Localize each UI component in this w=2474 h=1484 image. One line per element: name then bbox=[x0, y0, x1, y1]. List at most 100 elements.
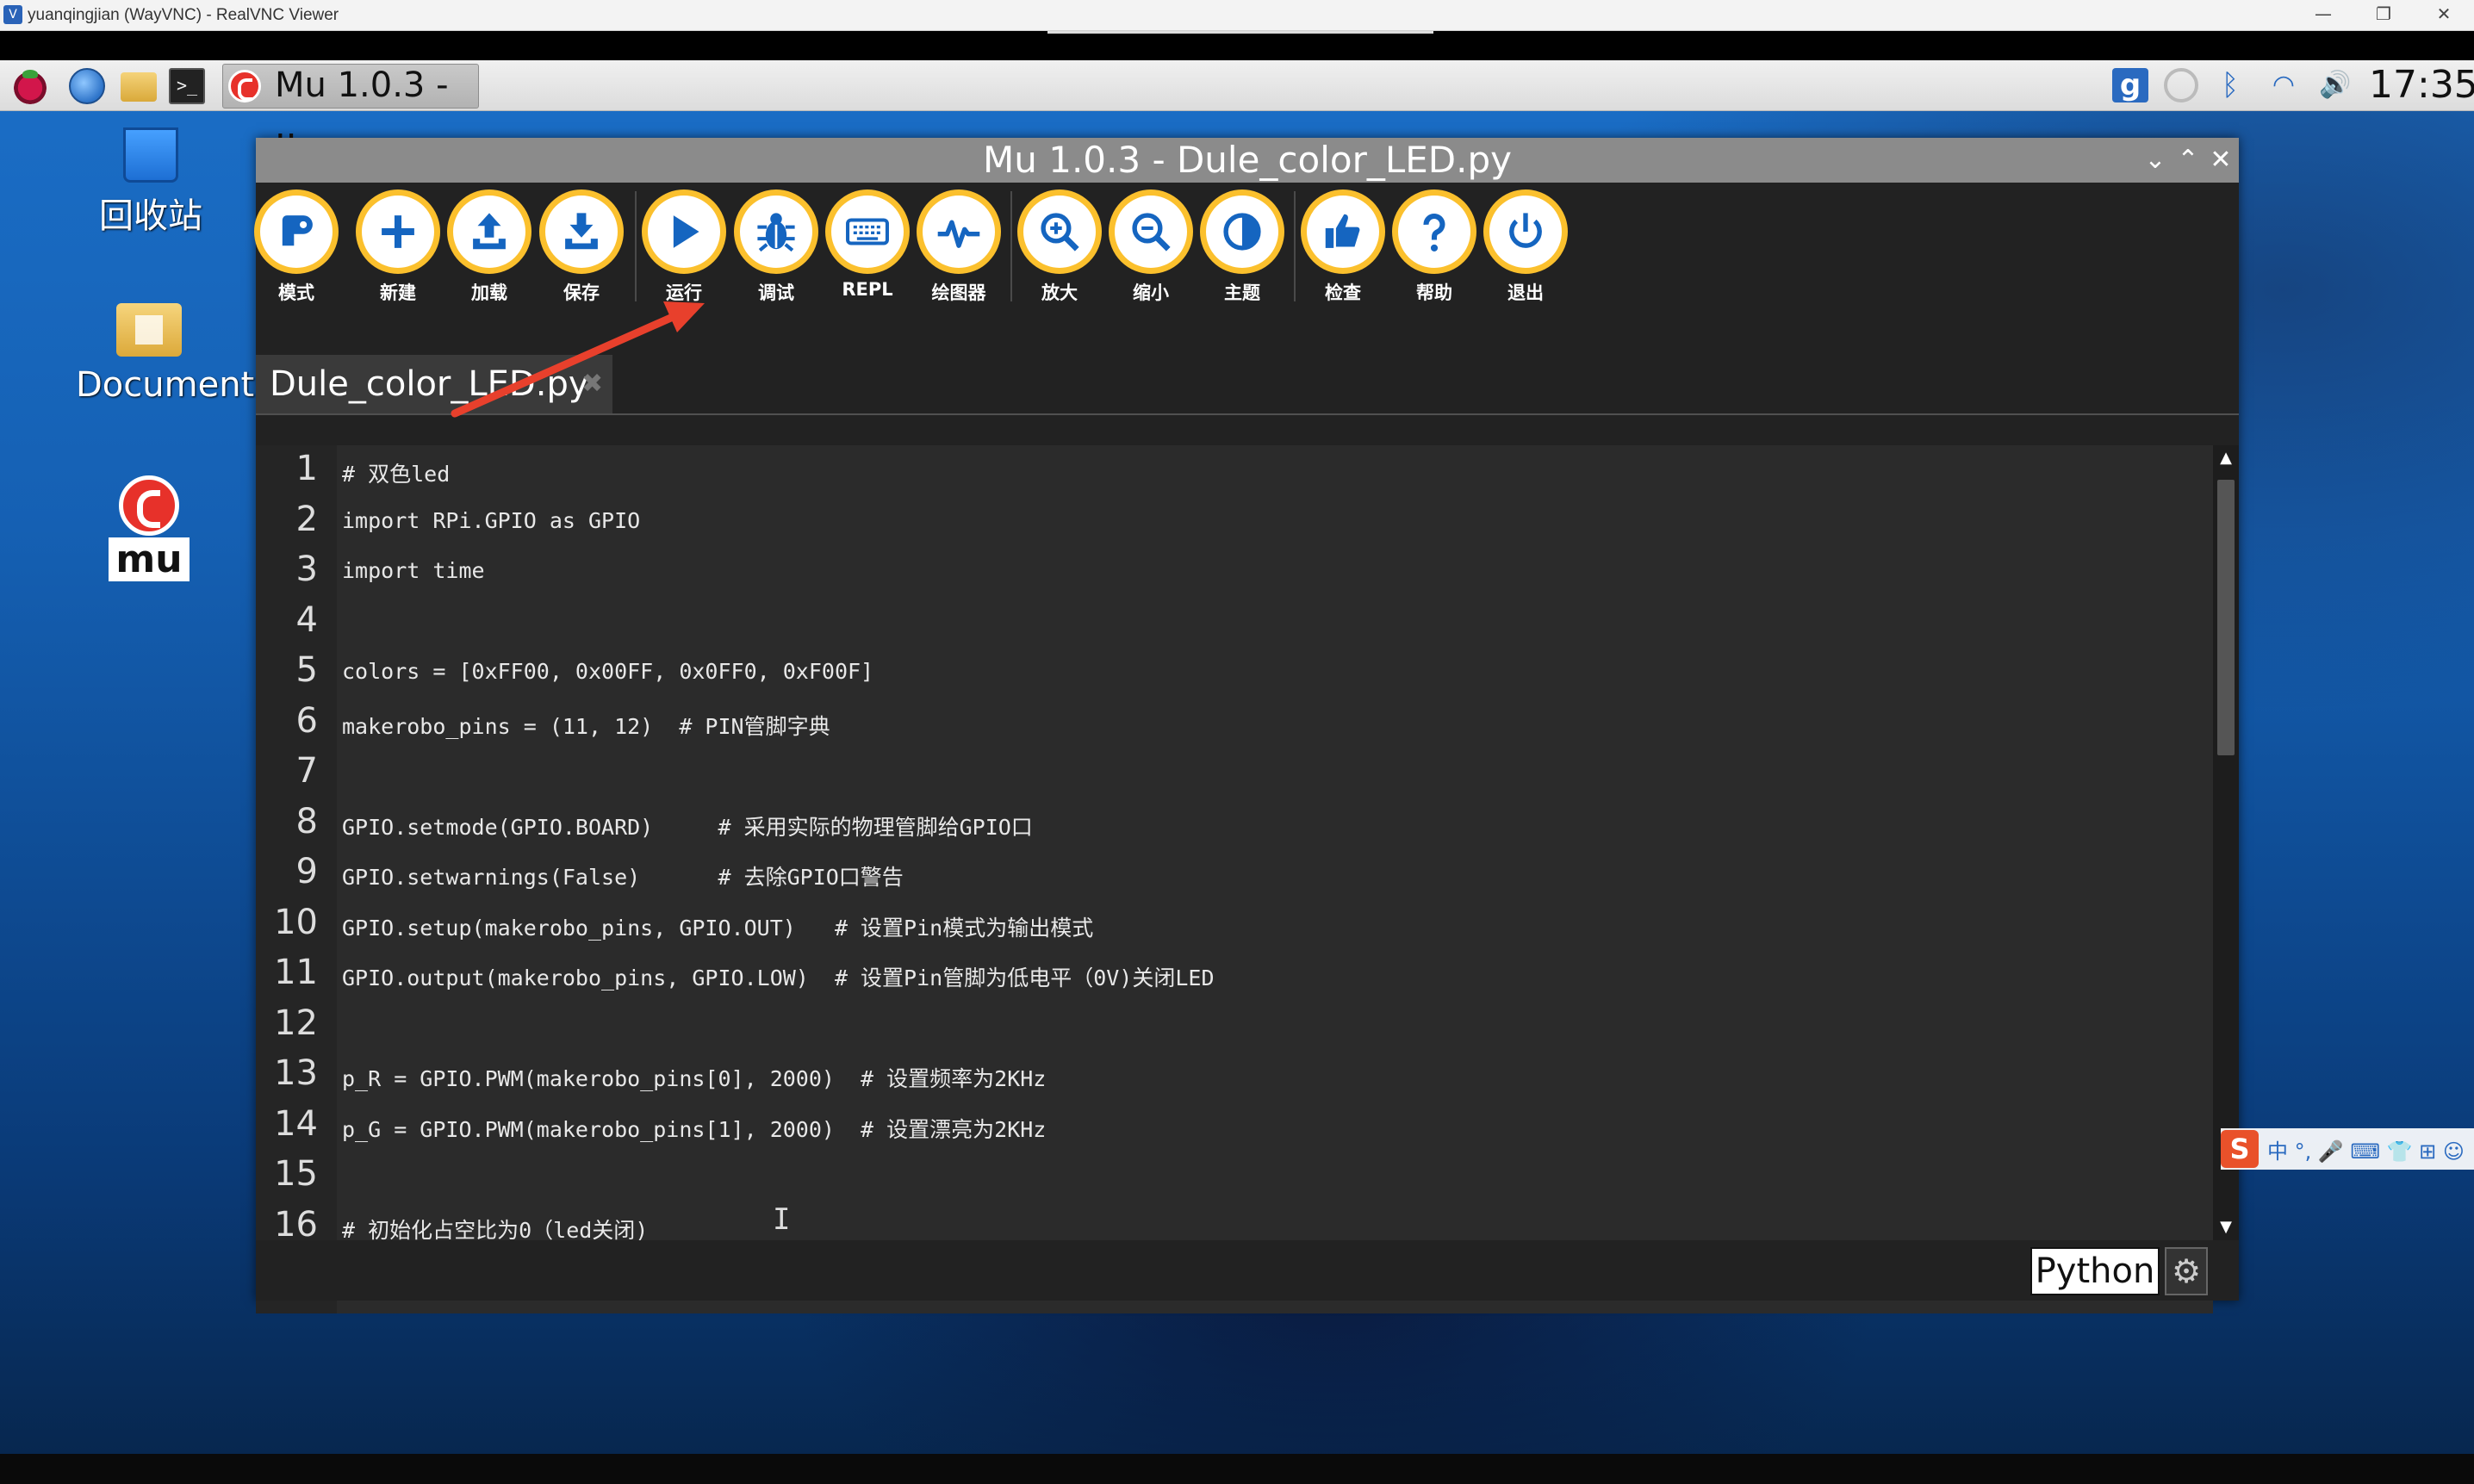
input-method-icon[interactable]: g bbox=[2112, 68, 2148, 102]
vnc-top-bar bbox=[0, 31, 2474, 60]
download-icon bbox=[565, 213, 598, 250]
thumbs-up-icon bbox=[1325, 214, 1360, 248]
tab-divider bbox=[256, 413, 2239, 415]
vnc-restore-button[interactable]: ❐ bbox=[2353, 0, 2414, 30]
plus-icon bbox=[382, 215, 414, 248]
clock: 17:35 bbox=[2369, 63, 2474, 107]
line-number: 4 bbox=[295, 599, 318, 640]
line-number: 2 bbox=[295, 499, 318, 539]
code-line: makerobo_pins = (11, 12) # PIN管脚字典 bbox=[342, 713, 830, 739]
raspberry-menu-icon[interactable] bbox=[12, 68, 48, 104]
tab-close-icon[interactable]: ✖ bbox=[581, 355, 603, 413]
mu-maximize-button[interactable]: ⌃ bbox=[2172, 141, 2204, 179]
line-number: 10 bbox=[274, 902, 318, 942]
vnc-close-button[interactable]: ✕ bbox=[2414, 0, 2474, 30]
vertical-scrollbar[interactable]: ▲ ▼ bbox=[2213, 445, 2239, 1240]
mode-indicator-button[interactable]: Python bbox=[2030, 1247, 2160, 1295]
sogou-ime-icon[interactable]: S bbox=[2221, 1130, 2259, 1168]
taskbar-task-label: Mu 1.0.3 - .. bbox=[275, 65, 449, 146]
line-number: 9 bbox=[295, 852, 318, 891]
scroll-up-arrow[interactable]: ▲ bbox=[2213, 445, 2239, 471]
browser-icon[interactable] bbox=[69, 68, 105, 104]
keyboard-icon bbox=[846, 218, 889, 245]
desktop-icon-documents[interactable]: Documents bbox=[76, 303, 272, 405]
ime-toolbar[interactable]: S 中 °, 🎤 ⌨ 👕 ⊞ ☺ bbox=[2221, 1128, 2474, 1170]
vnc-window-title: yuanqingjian (WayVNC) - RealVNC Viewer bbox=[28, 6, 339, 24]
help-button[interactable]: 帮助 bbox=[1387, 189, 1482, 305]
new-button[interactable]: 新建 bbox=[351, 189, 445, 305]
play-icon bbox=[673, 215, 699, 248]
mu-close-button[interactable]: ✕ bbox=[2204, 141, 2237, 179]
zoom-out-button[interactable]: 缩小 bbox=[1103, 189, 1198, 305]
question-icon bbox=[1423, 214, 1445, 251]
line-number: 8 bbox=[295, 801, 318, 841]
vnc-toolbar-grip[interactable] bbox=[1047, 31, 1433, 34]
mode-icon bbox=[282, 215, 313, 246]
code-line: p_G = GPIO.PWM(makerobo_pins[1], 2000) #… bbox=[342, 1116, 1047, 1142]
load-button[interactable]: 加载 bbox=[442, 189, 537, 305]
wifi-icon[interactable]: ◠ bbox=[2264, 68, 2303, 102]
bug-icon bbox=[757, 213, 795, 252]
code-line: import RPi.GPIO as GPIO bbox=[342, 507, 641, 533]
status-bar: Python ⚙ bbox=[256, 1240, 2239, 1301]
code-line: # 双色led bbox=[342, 462, 451, 487]
line-number: 11 bbox=[274, 953, 318, 992]
check-button[interactable]: 检查 bbox=[1296, 189, 1390, 305]
folder-icon bbox=[116, 303, 182, 357]
vnc-bottom-bar bbox=[0, 1454, 2474, 1484]
taskbar: >_ Mu 1.0.3 - .. g ᛒ ◠ 🔊 17:35 bbox=[0, 60, 2474, 146]
line-number: 7 bbox=[295, 751, 318, 791]
line-number: 5 bbox=[295, 650, 318, 690]
text-cursor-icon: I bbox=[773, 1202, 791, 1237]
quit-button[interactable]: 退出 bbox=[1478, 189, 1573, 305]
vnc-titlebar: V yuanqingjian (WayVNC) - RealVNC Viewer… bbox=[0, 0, 2474, 31]
zoom-in-icon bbox=[1041, 213, 1079, 251]
code-editor[interactable]: 1234567891011121314151617 # 双色ledimport … bbox=[256, 445, 2213, 1313]
scroll-down-arrow[interactable]: ▼ bbox=[2213, 1214, 2239, 1240]
code-line: GPIO.setup(makerobo_pins, GPIO.OUT) # 设置… bbox=[342, 915, 1094, 941]
line-number: 12 bbox=[274, 1003, 318, 1043]
realvnc-icon: V bbox=[3, 5, 22, 24]
sync-icon[interactable] bbox=[2164, 68, 2198, 102]
taskbar-mu-task[interactable]: Mu 1.0.3 - .. bbox=[222, 64, 479, 146]
debug-button[interactable]: 调试 bbox=[729, 189, 824, 305]
file-tab[interactable]: Dule_color_LED.py ✖ bbox=[256, 355, 612, 413]
mu-app-icon bbox=[228, 70, 261, 102]
desktop-icon-recycle-bin[interactable]: 回收站 bbox=[78, 127, 224, 238]
repl-button[interactable]: REPL bbox=[820, 189, 915, 300]
mode-button[interactable]: 模式 bbox=[249, 189, 344, 305]
run-button[interactable]: 运行 bbox=[637, 189, 731, 305]
volume-icon[interactable]: 🔊 bbox=[2315, 68, 2355, 102]
code-line: p_R = GPIO.PWM(makerobo_pins[0], 2000) #… bbox=[342, 1066, 1047, 1091]
mu-logo-icon bbox=[119, 475, 179, 536]
mu-editor-window: Mu 1.0.3 - Dule_color_LED.py ⌄ ⌃ ✕ 模式 新建… bbox=[254, 138, 2239, 1313]
line-number: 15 bbox=[274, 1154, 318, 1194]
code-line: GPIO.setmode(GPIO.BOARD) # 采用实际的物理管脚给GPI… bbox=[342, 814, 1033, 840]
desktop-icon-mu[interactable]: mu bbox=[76, 475, 222, 581]
mu-minimize-button[interactable]: ⌄ bbox=[2139, 141, 2172, 179]
line-number: 14 bbox=[274, 1103, 318, 1144]
plotter-button[interactable]: 绘图器 bbox=[911, 189, 1006, 305]
line-number: 3 bbox=[295, 550, 318, 589]
settings-gear-icon[interactable]: ⚙ bbox=[2165, 1247, 2208, 1295]
line-number: 1 bbox=[295, 449, 318, 488]
line-number-gutter: 1234567891011121314151617 bbox=[256, 445, 337, 1313]
file-manager-icon[interactable] bbox=[121, 72, 157, 102]
pulse-icon bbox=[937, 220, 980, 248]
power-icon bbox=[1509, 213, 1542, 248]
line-number: 16 bbox=[274, 1204, 318, 1245]
bluetooth-icon[interactable]: ᛒ bbox=[2217, 68, 2243, 102]
code-line: import time bbox=[342, 558, 485, 583]
vnc-minimize-button[interactable]: — bbox=[2293, 0, 2353, 30]
theme-button[interactable]: 主题 bbox=[1195, 189, 1290, 305]
code-line: colors = [0xFF00, 0x00FF, 0x0FF0, 0xF00F… bbox=[342, 659, 874, 684]
save-button[interactable]: 保存 bbox=[534, 189, 629, 305]
zoom-in-button[interactable]: 放大 bbox=[1012, 189, 1107, 305]
mu-toolbar: 模式 新建 加载 保存 运行 调试 REPL 绘图器 放大 缩小 主题 检查 帮… bbox=[254, 183, 2239, 445]
terminal-icon[interactable]: >_ bbox=[169, 68, 205, 104]
ime-status-text: 中 °, 🎤 ⌨ 👕 ⊞ ☺ bbox=[2267, 1139, 2465, 1164]
zoom-out-icon bbox=[1132, 213, 1171, 251]
scroll-thumb[interactable] bbox=[2217, 480, 2235, 755]
mu-titlebar[interactable]: Mu 1.0.3 - Dule_color_LED.py ⌄ ⌃ ✕ bbox=[256, 138, 2239, 183]
line-number: 13 bbox=[274, 1053, 318, 1093]
